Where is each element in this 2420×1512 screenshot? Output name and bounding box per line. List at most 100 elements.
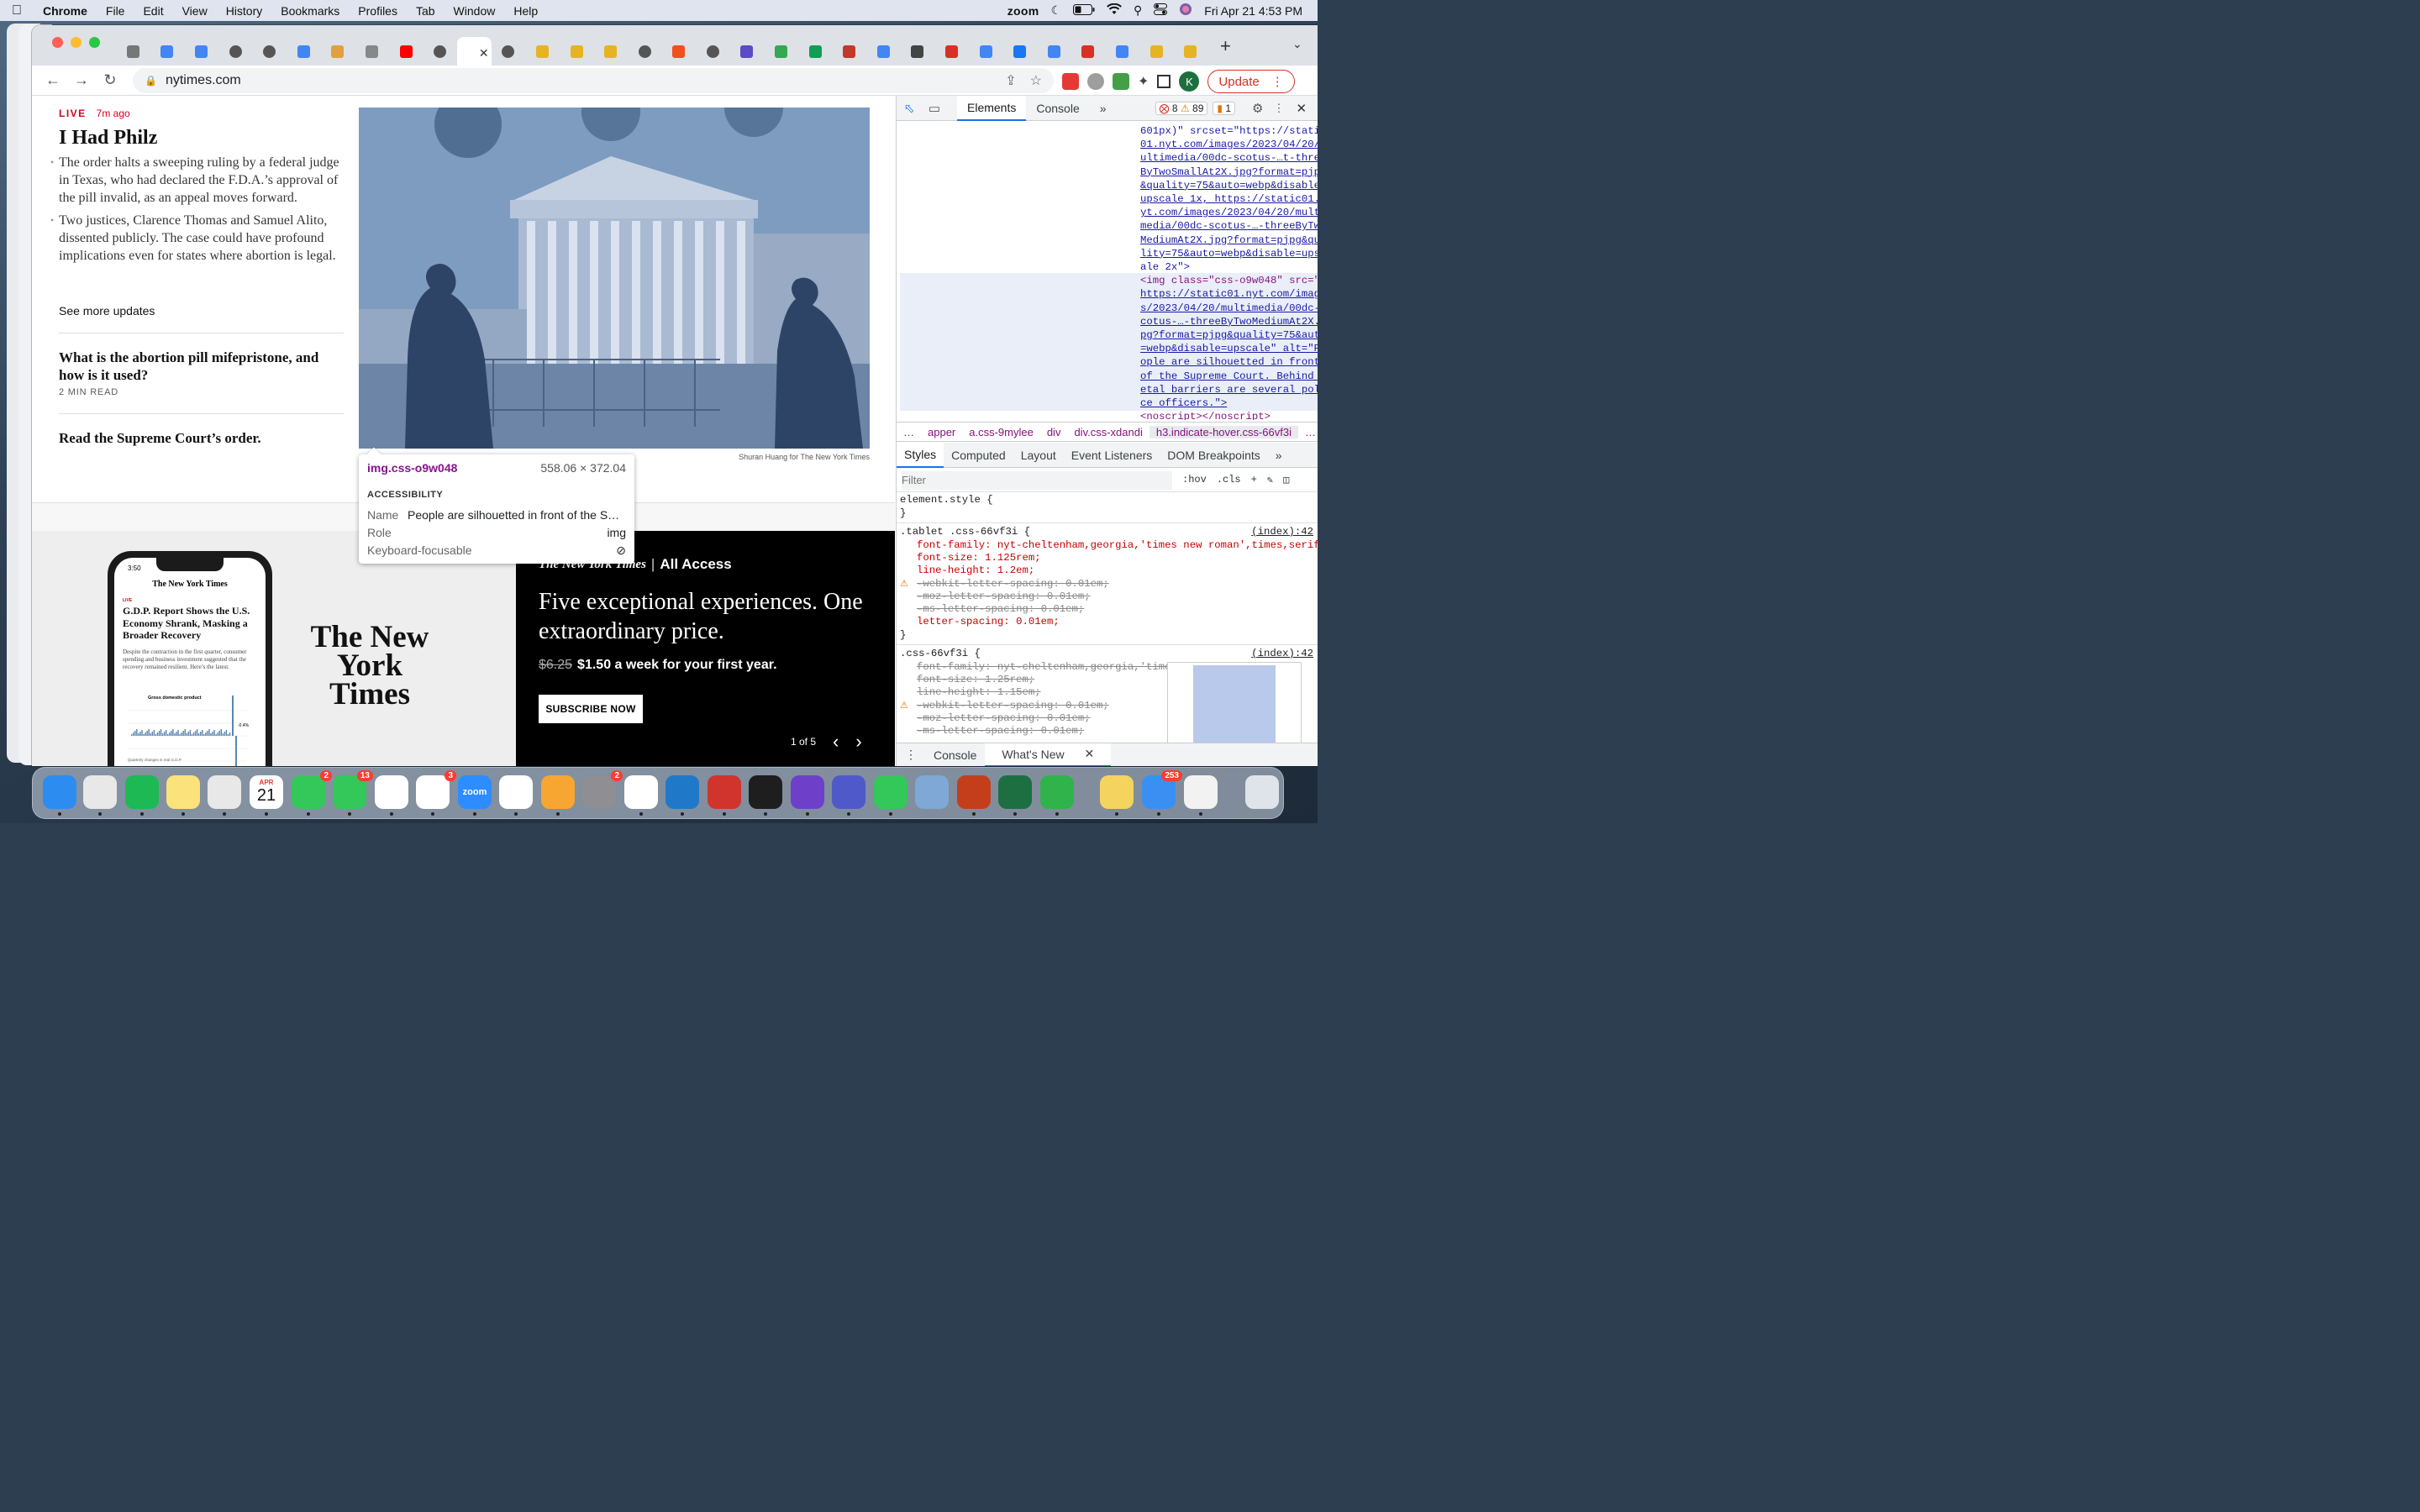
tab-elements[interactable]: Elements <box>957 96 1027 121</box>
address-bar[interactable]: 🔒 nytimes.com ⇪ ☆ <box>133 68 1054 93</box>
more-subtabs-icon[interactable]: » <box>1268 443 1290 468</box>
browser-tab[interactable] <box>662 37 697 66</box>
close-icon[interactable]: ✕ <box>1076 743 1103 766</box>
pages-icon[interactable] <box>541 775 575 816</box>
browser-tab[interactable] <box>525 37 560 66</box>
drawer-tab-whats-new[interactable]: What's New ✕ <box>985 743 1112 766</box>
styles-filter-input[interactable]: Filter <box>902 470 1172 490</box>
browser-tab[interactable] <box>832 37 866 66</box>
dom-tree[interactable]: 601px)" srcset="https://stati 01.nyt.com/… <box>897 122 1318 420</box>
tab-styles[interactable]: Styles <box>897 442 944 468</box>
source-link[interactable]: (index):42 <box>1251 648 1313 660</box>
browser-tab[interactable] <box>1071 37 1106 66</box>
close-icon[interactable]: ✕ <box>1296 101 1307 116</box>
style-property[interactable]: letter-spacing: 0.01em; <box>917 616 1060 628</box>
style-property-overridden[interactable]: -webkit-letter-spacing: 0.01em; <box>917 578 1109 591</box>
browser-tab[interactable] <box>252 37 287 66</box>
extension-icon[interactable] <box>1062 73 1079 90</box>
style-property-overridden[interactable]: -moz-letter-spacing: 0.01em; <box>917 591 1091 603</box>
lock-icon[interactable]: 🔒 <box>145 75 157 87</box>
kebab-menu-icon[interactable]: ⋮ <box>1273 102 1284 115</box>
browser-tab[interactable] <box>901 37 935 66</box>
article-headline[interactable]: I Had Philz <box>59 127 157 150</box>
issues-badge[interactable]: ▮ 1 <box>1213 101 1236 115</box>
minimize-window-button[interactable] <box>71 37 82 48</box>
browser-tab[interactable] <box>628 37 662 66</box>
browser-tab[interactable] <box>764 37 798 66</box>
breadcrumb-item[interactable]: div.css-xdandi <box>1067 426 1149 438</box>
reload-icon[interactable]: ↻ <box>96 71 124 89</box>
extension-icon[interactable] <box>1113 73 1129 90</box>
style-property[interactable]: font-size: 1.125rem; <box>917 552 1041 564</box>
forward-arrow-icon[interactable]: → <box>67 71 96 89</box>
apple-menu-icon[interactable]:  <box>0 3 34 18</box>
style-rule-line[interactable]: element.style { <box>900 494 993 507</box>
dom-line[interactable]: ople are silhouetted in front <box>1140 355 1318 369</box>
more-tabs-icon[interactable]: » <box>1090 96 1117 121</box>
tab-event-listeners[interactable]: Event Listeners <box>1064 443 1160 468</box>
dom-line[interactable]: =webp&disable=upscale" alt="Pe <box>1140 342 1318 355</box>
numbers-icon[interactable] <box>1040 775 1074 816</box>
browser-tab[interactable] <box>150 37 185 66</box>
dom-line[interactable]: ce officers."> <box>1140 396 1227 410</box>
style-property-overridden[interactable]: line-height: 1.15em; <box>917 686 1041 699</box>
chevron-right-icon[interactable]: › <box>855 731 861 753</box>
puzzle-icon[interactable]: ✦ <box>1138 73 1149 90</box>
style-property[interactable]: line-height: 1.2em; <box>917 564 1034 577</box>
breadcrumb-item[interactable]: … <box>1298 426 1318 438</box>
tab-dom-breakpoints[interactable]: DOM Breakpoints <box>1160 443 1267 468</box>
dom-line[interactable]: 01.nyt.com/images/2023/04/20/r <box>1140 138 1318 151</box>
browser-tab[interactable] <box>492 37 526 66</box>
browser-tab[interactable] <box>798 37 833 66</box>
wifi-icon[interactable] <box>1107 3 1122 18</box>
breadcrumb-item[interactable]: apper <box>921 426 962 438</box>
source-link[interactable]: (index):42 <box>1251 526 1313 538</box>
class-toggle[interactable]: .cls <box>1217 474 1241 486</box>
share-icon[interactable]: ⇪ <box>1005 72 1016 89</box>
settings-gear-icon[interactable]: ⚙ <box>1252 101 1263 116</box>
finder-icon[interactable] <box>43 775 76 816</box>
menu-app-name[interactable]: Chrome <box>34 4 97 18</box>
chevron-left-icon[interactable]: ‹ <box>833 731 839 753</box>
browser-tab[interactable] <box>287 37 321 66</box>
dom-line[interactable]: etal barriers are several poli <box>1140 383 1318 396</box>
see-more-updates-link[interactable]: See more updates <box>59 304 155 318</box>
related-article-title[interactable]: What is the abortion pill mifepristone, … <box>59 349 336 384</box>
close-window-button[interactable] <box>52 37 63 48</box>
spotlight-search-icon[interactable]: ⚲ <box>1134 3 1142 18</box>
terminal-icon[interactable] <box>749 775 782 816</box>
browser-tab[interactable] <box>866 37 901 66</box>
spotify-icon[interactable] <box>125 775 159 816</box>
menu-history[interactable]: History <box>217 4 272 18</box>
calendar-icon[interactable]: APR 21 <box>250 775 283 816</box>
browser-tab[interactable] <box>1173 37 1207 66</box>
dark-mode-icon[interactable]: ☾ <box>1050 3 1061 18</box>
browser-tab[interactable] <box>355 37 389 66</box>
close-tab-icon[interactable]: ✕ <box>479 46 489 60</box>
photos-icon[interactable]: 3 <box>416 770 456 816</box>
error-count-badge[interactable]: ⨂ 8 ⚠ 89 <box>1155 101 1208 115</box>
browser-tab[interactable] <box>116 37 150 66</box>
zoom-window-button[interactable] <box>89 37 100 48</box>
breadcrumb-item[interactable]: … <box>897 426 921 438</box>
menu-file[interactable]: File <box>97 4 134 18</box>
menu-view[interactable]: View <box>173 4 217 18</box>
browser-tab[interactable] <box>184 37 218 66</box>
tab-search-chevron-icon[interactable]: ⌄ <box>1292 37 1302 51</box>
device-toolbar-icon[interactable]: ▭ <box>922 101 947 116</box>
siri-icon[interactable] <box>1179 3 1192 18</box>
dom-line[interactable]: 601px)" srcset="https://stati <box>1140 124 1318 138</box>
back-arrow-icon[interactable]: ← <box>39 71 67 89</box>
style-property-overridden[interactable]: -ms-letter-spacing: 0.01em; <box>917 603 1084 616</box>
breadcrumb-item[interactable]: div <box>1040 426 1068 438</box>
browser-tab[interactable] <box>1037 37 1071 66</box>
zoom-status-item[interactable]: zoom <box>1007 4 1039 18</box>
news-icon[interactable] <box>499 775 533 816</box>
teams-icon[interactable] <box>832 775 865 816</box>
extension-icon[interactable] <box>1087 73 1104 90</box>
find-my-icon[interactable] <box>874 775 908 816</box>
stickies-icon[interactable] <box>1100 775 1134 816</box>
photo-booth-icon[interactable] <box>708 775 741 816</box>
bookmark-star-icon[interactable]: ☆ <box>1030 72 1042 89</box>
browser-tab[interactable] <box>934 37 969 66</box>
